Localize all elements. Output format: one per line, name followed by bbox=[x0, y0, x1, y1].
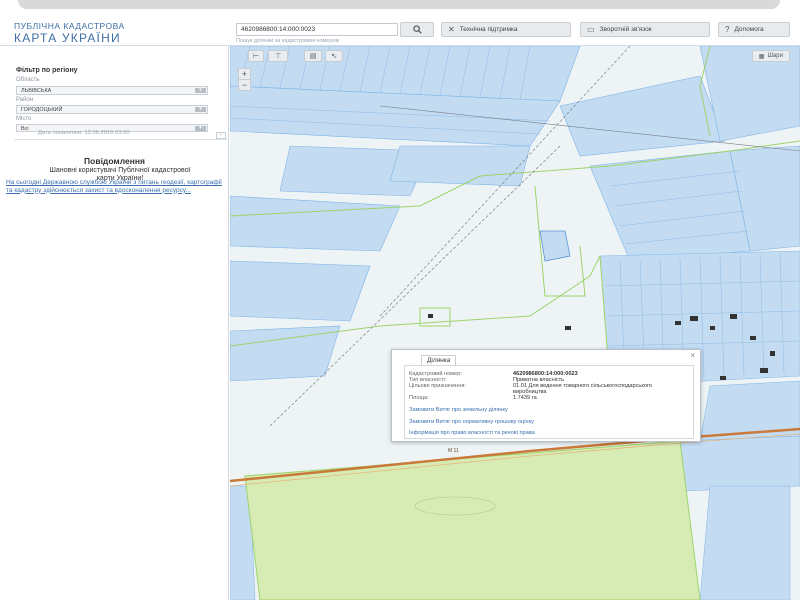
district-label: Район bbox=[16, 97, 34, 103]
layers-icon: ▦ bbox=[758, 53, 765, 60]
tech-support-button[interactable]: ✕ Технічна підтримка bbox=[441, 22, 571, 37]
search-button[interactable] bbox=[400, 22, 434, 37]
measure-area-button[interactable]: ⊤ bbox=[268, 50, 288, 62]
info-value: 1.7439 га bbox=[513, 395, 537, 401]
tech-support-label: Технічна підтримка bbox=[459, 26, 518, 33]
print-button[interactable]: ▤ bbox=[304, 50, 322, 62]
chevron-down-icon: ▾ bbox=[195, 88, 206, 93]
chevron-down-icon: ▾ bbox=[195, 126, 206, 131]
logo-bottom-text: КАРТА УКРАЇНИ bbox=[14, 30, 121, 45]
notice-link[interactable]: На сьогодні Державною службою України з … bbox=[6, 179, 222, 194]
popup-content: Кадастровий номер: 4620986800:14:000:002… bbox=[404, 365, 694, 439]
filter-title: Фільтр по регіону bbox=[16, 67, 78, 74]
help-button[interactable]: ? Допомога bbox=[718, 22, 790, 37]
left-panel: Фільтр по регіону Область ЛЬВІВСЬКА ▾ Ра… bbox=[0, 46, 229, 600]
update-date: Дата оновлення: 12.06.2016 03:00 bbox=[38, 130, 130, 136]
area-icon: ⊤ bbox=[274, 53, 282, 60]
feedback-button[interactable]: ▭ Зворотній зв'язок bbox=[580, 22, 710, 37]
district-value: ГОРОДОЦЬКИЙ bbox=[21, 107, 63, 113]
logo-top-text: ПУБЛІЧНА КАДАСТРОВА bbox=[14, 21, 125, 31]
info-key: Площа: bbox=[409, 395, 429, 401]
notice-title: Повідомлення bbox=[84, 156, 145, 166]
identify-button[interactable]: ↖ bbox=[325, 50, 343, 62]
selected-parcel[interactable] bbox=[539, 230, 571, 262]
app-header: ПУБЛІЧНА КАДАСТРОВА КАРТА УКРАЇНИ Пошук … bbox=[0, 14, 800, 46]
collapse-filter-button[interactable]: − bbox=[216, 132, 226, 139]
search-hint: Пошук ділянки за кадастровим номером bbox=[236, 38, 340, 44]
region-value: ЛЬВІВСЬКА bbox=[21, 88, 52, 94]
map-canvas[interactable]: М 11 bbox=[230, 46, 800, 600]
road-label: М 11 bbox=[448, 448, 459, 454]
layers-label: Шари bbox=[767, 53, 783, 59]
tools-icon: ✕ bbox=[448, 25, 455, 34]
chat-icon: ▭ bbox=[587, 25, 595, 34]
layers-button[interactable]: ▦ Шари bbox=[751, 50, 790, 62]
ruler-icon: ⊢ bbox=[252, 53, 260, 60]
printer-icon: ▤ bbox=[309, 53, 317, 60]
pointer-icon: ↖ bbox=[331, 53, 337, 60]
browser-tab-strip bbox=[18, 0, 780, 9]
browser-chrome bbox=[0, 0, 800, 14]
order-valuation-link[interactable]: Замовити Витяг про нормативну грошову оц… bbox=[409, 419, 534, 425]
cadastral-search-input[interactable] bbox=[236, 23, 398, 36]
order-extract-link[interactable]: Замовити Витяг про земельну ділянку bbox=[409, 407, 508, 413]
zoom-out-button[interactable]: − bbox=[238, 79, 251, 91]
region-label: Область bbox=[16, 77, 40, 83]
city-label: Місто bbox=[16, 116, 32, 122]
measure-length-button[interactable]: ⊢ bbox=[248, 50, 264, 62]
map-view[interactable]: М 11 ⊢ ⊤ ▤ ↖ + − ▦ Шари × Ділянка Кадаст… bbox=[230, 46, 800, 600]
info-key: Цільове призначення: bbox=[409, 383, 466, 389]
info-value: 01.01 Для ведення товарного сільськогосп… bbox=[513, 383, 652, 395]
help-icon: ? bbox=[725, 25, 730, 34]
district-select[interactable]: ГОРОДОЦЬКИЙ ▾ bbox=[16, 105, 208, 114]
feedback-label: Зворотній зв'язок bbox=[599, 26, 652, 33]
site-logo[interactable]: ПУБЛІЧНА КАДАСТРОВА КАРТА УКРАЇНИ bbox=[14, 22, 125, 44]
region-select[interactable]: ЛЬВІВСЬКА ▾ bbox=[16, 86, 208, 95]
parcel-info-popup: × Ділянка Кадастровий номер: 4620986800:… bbox=[391, 349, 701, 442]
search-icon bbox=[412, 25, 422, 34]
chevron-down-icon: ▾ bbox=[195, 107, 206, 112]
close-icon[interactable]: × bbox=[690, 351, 695, 360]
ownership-info-link[interactable]: Інформація про право власності та речові… bbox=[409, 430, 535, 436]
help-label: Допомога bbox=[734, 26, 764, 33]
